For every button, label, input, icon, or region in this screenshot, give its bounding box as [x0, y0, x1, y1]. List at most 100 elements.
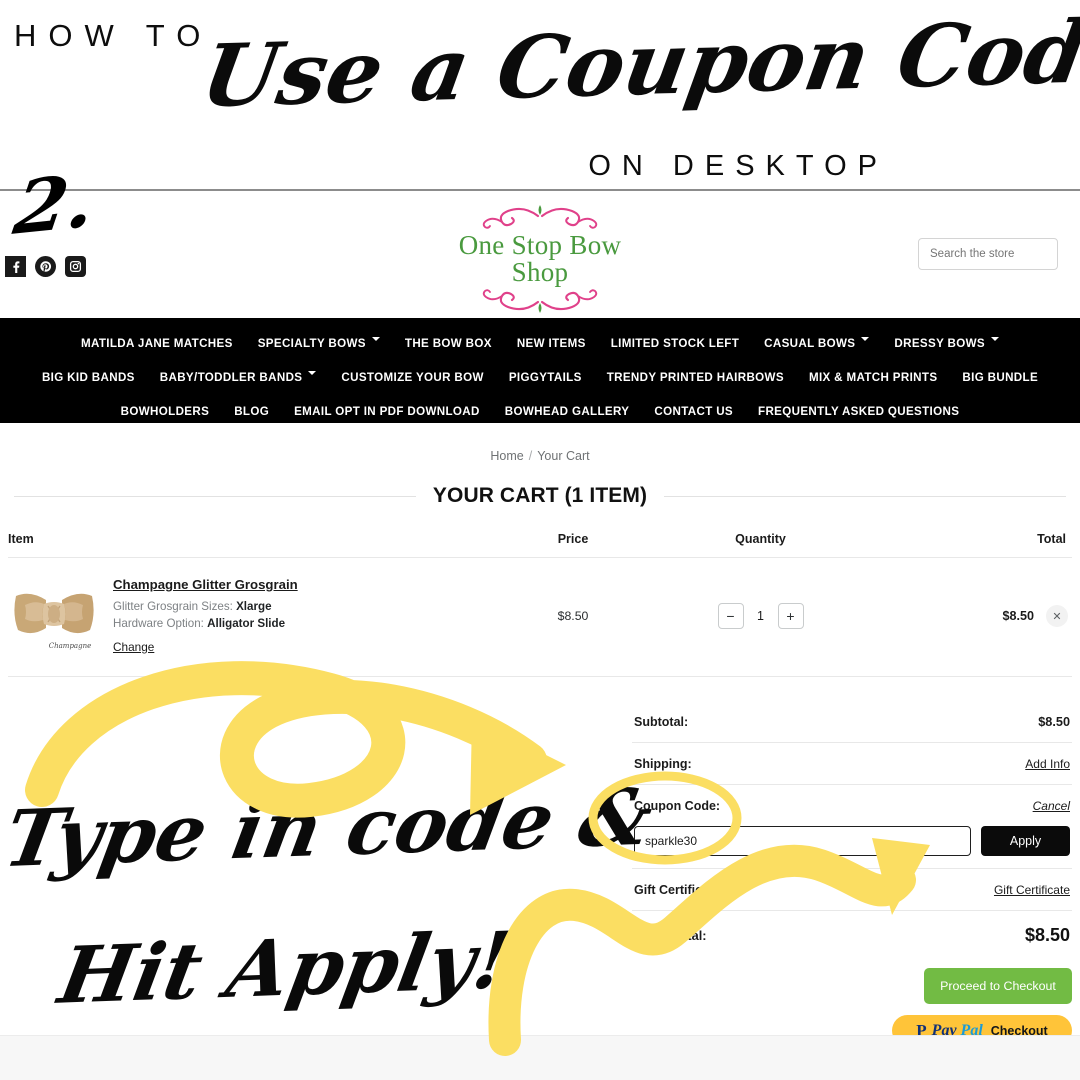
nav-label: MIX & MATCH PRINTS	[808, 370, 938, 384]
cart-table-header: Item Price Quantity Total	[8, 532, 1072, 558]
footer-strip	[0, 1035, 1080, 1080]
nav-label: LIMITED STOCK LEFT	[610, 336, 740, 350]
banner-script-title: Use a Coupon Code	[194, 0, 1080, 128]
column-header-price: Price	[557, 532, 589, 546]
cart-item-total-cell: $8.50 ✕	[883, 605, 1072, 627]
coupon-label-row: Coupon Code: Cancel	[632, 785, 1072, 817]
nav-label: THE BOW BOX	[404, 336, 492, 350]
gift-certificate-label: Gift Certificate:	[634, 883, 725, 897]
nav-label: MATILDA JANE MATCHES	[81, 336, 233, 350]
grand-total-value: $8.50	[1024, 925, 1070, 945]
nav-item-blog[interactable]: BLOG	[234, 405, 269, 418]
nav-item-big-kid-bands[interactable]: BIG KID BANDS	[42, 371, 135, 384]
breadcrumb-current: Your Cart	[537, 449, 590, 463]
nav-label: BIG BUNDLE	[962, 370, 1039, 384]
chevron-down-icon	[861, 337, 870, 345]
nav-label: BLOG	[234, 404, 270, 418]
product-option-2: Hardware Option: Alligator Slide	[113, 615, 298, 632]
nav-item-the-bow-box[interactable]: THE BOW BOX	[405, 337, 492, 350]
facebook-icon[interactable]	[5, 256, 26, 277]
coupon-cancel-link[interactable]: Cancel	[1033, 799, 1070, 813]
pinterest-icon[interactable]	[35, 256, 56, 277]
grand-total-label: Grand total:	[634, 928, 707, 943]
nav-item-customize-your-bow[interactable]: CUSTOMIZE YOUR BOW	[341, 371, 483, 384]
shipping-add-info-link[interactable]: Add Info	[1025, 757, 1070, 771]
product-name-link[interactable]: Champagne Glitter Grosgrain	[113, 577, 298, 592]
breadcrumb: Home / Your Cart	[0, 423, 1080, 463]
product-thumbnail[interactable]: Champagne	[8, 576, 100, 656]
breadcrumb-home-link[interactable]: Home	[490, 449, 523, 463]
site-header: One Stop Bow Shop	[0, 191, 1080, 318]
nav-label: CONTACT US	[654, 404, 734, 418]
nav-row-2: BIG KID BANDS BABY/TODDLER BANDS CUSTOMI…	[0, 360, 1080, 394]
cart-title-section: YOUR CART (1 ITEM)	[0, 484, 1080, 508]
nav-item-trendy-printed-hairbows[interactable]: TRENDY PRINTED HAIRBOWS	[607, 371, 784, 384]
quantity-decrement-button[interactable]: −	[717, 603, 744, 629]
logo-text: One Stop Bow Shop	[458, 230, 622, 287]
change-options-link[interactable]: Change	[113, 640, 154, 654]
site-logo[interactable]: One Stop Bow Shop	[430, 203, 650, 313]
nav-label: NEW ITEMS	[516, 336, 586, 350]
instagram-icon[interactable]	[65, 256, 86, 277]
nav-item-matilda-jane-matches[interactable]: MATILDA JANE MATCHES	[81, 337, 233, 350]
proceed-to-checkout-button[interactable]: Proceed to Checkout	[924, 968, 1072, 1004]
coupon-code-input[interactable]	[634, 826, 971, 856]
annotation-line-1: Type in code &	[0, 771, 660, 886]
nav-row-1: MATILDA JANE MATCHES SPECIALTY BOWS THE …	[0, 326, 1080, 360]
option-1-label: Glitter Grosgrain Sizes:	[113, 600, 233, 613]
thumbnail-caption: Champagne	[49, 642, 91, 650]
nav-item-big-bundle[interactable]: BIG BUNDLE	[962, 371, 1038, 384]
nav-label: BABY/TODDLER BANDS	[159, 370, 303, 384]
subtotal-value: $8.50	[1038, 715, 1070, 729]
apply-coupon-button[interactable]: Apply	[981, 826, 1070, 856]
breadcrumb-separator: /	[528, 449, 533, 463]
logo-ornament-bottom	[482, 289, 598, 313]
column-header-item: Item	[8, 532, 34, 546]
nav-item-new-items[interactable]: NEW ITEMS	[517, 337, 586, 350]
coupon-entry-row: Apply	[632, 817, 1072, 869]
subtotal-row: Subtotal: $8.50	[632, 701, 1072, 743]
chevron-down-icon	[991, 337, 999, 345]
chevron-down-icon	[371, 337, 380, 345]
nav-item-casual-bows[interactable]: CASUAL BOWS	[764, 336, 870, 350]
nav-item-limited-stock-left[interactable]: LIMITED STOCK LEFT	[611, 337, 739, 350]
nav-item-mix-and-match-prints[interactable]: MIX & MATCH PRINTS	[809, 371, 937, 384]
nav-item-bowhead-gallery[interactable]: BOWHEAD GALLERY	[505, 405, 630, 418]
nav-item-contact-us[interactable]: CONTACT US	[654, 405, 733, 418]
option-2-label: Hardware Option:	[113, 617, 204, 631]
nav-label: BOWHEAD GALLERY	[504, 404, 630, 418]
nav-label: SPECIALTY BOWS	[257, 336, 366, 350]
nav-item-specialty-bows[interactable]: SPECIALTY BOWS	[258, 337, 380, 350]
page-title: YOUR CART (1 ITEM)	[415, 484, 665, 508]
column-header-total: Total	[1037, 532, 1066, 546]
remove-item-button[interactable]: ✕	[1046, 605, 1068, 627]
quantity-stepper: − 1 +	[638, 603, 883, 629]
nav-label: CUSTOMIZE YOUR BOW	[341, 370, 484, 384]
nav-label: FREQUENTLY ASKED QUESTIONS	[758, 404, 960, 418]
search-input[interactable]	[918, 238, 1058, 270]
product-option-1: Glitter Grosgrain Sizes: Xlarge	[113, 598, 298, 615]
banner-on-desktop-text: ON DESKTOP	[588, 150, 888, 182]
nav-item-dressy-bows[interactable]: DRESSY BOWS	[894, 337, 999, 350]
shipping-label: Shipping:	[634, 757, 692, 771]
cart-item-price: $8.50	[557, 609, 589, 623]
nav-label: BOWHOLDERS	[120, 404, 210, 418]
table-row: Champagne Champagne Glitter Grosgrain Gl…	[8, 558, 1072, 677]
grand-total-row: Grand total: $8.50	[632, 911, 1072, 956]
nav-item-piggytails[interactable]: PIGGYTAILS	[509, 371, 582, 384]
gift-certificate-row: Gift Certificate: Gift Certificate	[632, 869, 1072, 911]
nav-item-frequently-asked-questions[interactable]: FREQUENTLY ASKED QUESTIONS	[758, 405, 959, 418]
tutorial-banner: HOW TO Use a Coupon Code ON DESKTOP	[0, 0, 1080, 191]
gift-certificate-link[interactable]: Gift Certificate	[994, 883, 1070, 897]
nav-item-bowholders[interactable]: BOWHOLDERS	[121, 405, 210, 418]
option-1-value: Xlarge	[236, 600, 272, 613]
quantity-increment-button[interactable]: +	[777, 603, 804, 629]
main-navigation: MATILDA JANE MATCHES SPECIALTY BOWS THE …	[0, 318, 1080, 423]
step-number-annotation: 2.	[9, 158, 101, 252]
shipping-row: Shipping: Add Info	[632, 743, 1072, 785]
quantity-value[interactable]: 1	[755, 609, 767, 623]
nav-label: BIG KID BANDS	[41, 370, 135, 384]
nav-label: CASUAL BOWS	[764, 336, 856, 350]
nav-item-email-opt-in-pdf-download[interactable]: EMAIL OPT IN PDF DOWNLOAD	[294, 405, 480, 418]
nav-item-baby-toddler-bands[interactable]: BABY/TODDLER BANDS	[160, 371, 317, 384]
